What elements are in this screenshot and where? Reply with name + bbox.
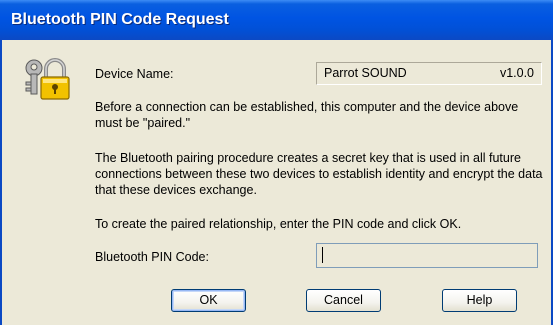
- device-name-label: Device Name:: [95, 67, 174, 81]
- help-button[interactable]: Help: [442, 289, 517, 312]
- pairing-intro-text: Before a connection can be established, …: [95, 100, 519, 130]
- ok-button[interactable]: OK: [171, 289, 246, 312]
- text-caret: [322, 247, 323, 263]
- pin-code-label: Bluetooth PIN Code:: [95, 250, 209, 264]
- device-name-field: Parrot SOUND v1.0.0: [316, 62, 542, 85]
- lock-keys-icon: [25, 58, 70, 100]
- window-title: Bluetooth PIN Code Request: [11, 11, 229, 28]
- device-name-value: Parrot SOUND: [324, 66, 407, 80]
- pin-instruction-text: To create the paired relationship, enter…: [95, 217, 462, 231]
- title-bar[interactable]: Bluetooth PIN Code Request: [0, 0, 553, 40]
- device-version-value: v1.0.0: [499, 66, 534, 80]
- pin-code-input[interactable]: [316, 243, 538, 268]
- cancel-button[interactable]: Cancel: [306, 289, 381, 312]
- pin-request-dialog: Bluetooth PIN Code Request Device Name: …: [0, 0, 553, 325]
- pairing-description-text: The Bluetooth pairing procedure creates …: [95, 151, 543, 197]
